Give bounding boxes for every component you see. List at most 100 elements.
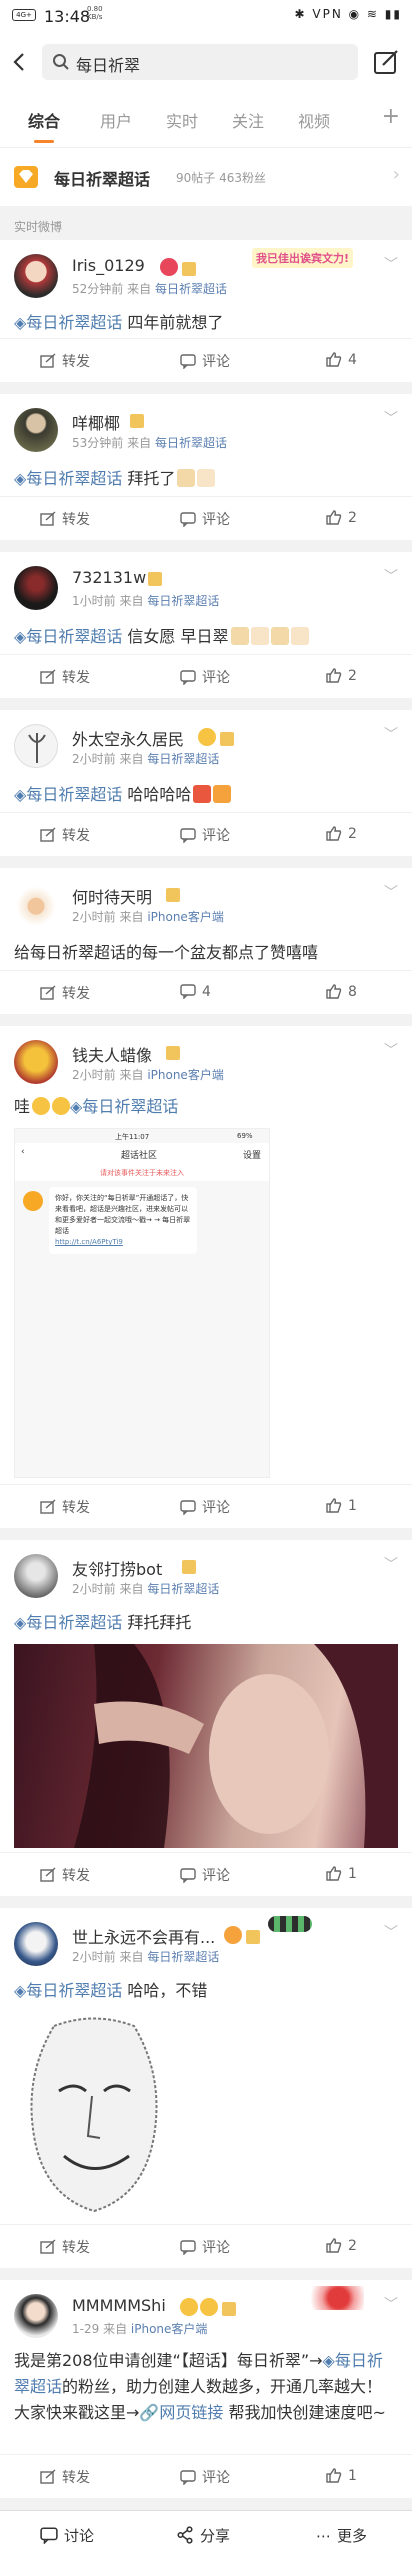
tab-video[interactable]: 视频 — [298, 108, 330, 132]
post-menu-chevron-icon[interactable]: ﹀ — [384, 724, 398, 744]
post-image-screenshot[interactable]: 上午11:07 69% ‹ 超话社区 设置 请对该事件关注于未来注入 你好，你关注的“… — [14, 1128, 270, 1478]
divider — [0, 1014, 412, 1026]
forward-button[interactable]: 转发 — [40, 983, 90, 1003]
forward-button[interactable]: 转发 — [40, 825, 90, 845]
forward-button[interactable]: 转发 — [40, 509, 90, 529]
thumbs-up-icon — [326, 510, 342, 525]
avatar[interactable] — [14, 1040, 58, 1084]
comment-button[interactable]: 评论 — [180, 825, 230, 845]
post-username[interactable]: MMMMMShi — [72, 2296, 166, 2315]
net-speed: 0.80 KB/s — [87, 5, 103, 21]
post-text: ◈每日祈翠超话 拜托拜托 — [14, 1613, 192, 1632]
add-tab-icon[interactable]: + — [382, 104, 400, 129]
topic-link[interactable]: ◈每日祈翠超话 — [14, 469, 122, 488]
active-tab-indicator — [34, 140, 54, 143]
post-menu-chevron-icon[interactable]: ﹀ — [384, 1554, 398, 1574]
post-menu-chevron-icon[interactable]: ﹀ — [384, 1922, 398, 1942]
divider — [0, 1528, 412, 1540]
search-input[interactable]: 每日祈翠 — [42, 44, 358, 80]
comment-button[interactable]: 评论 — [180, 1865, 230, 1885]
post-text: 我是第208位申请创建“【超话】每日祈翠”→◈每日祈翠超话的粉丝，助力创建人数越… — [14, 2351, 386, 2422]
post-menu-chevron-icon[interactable]: ﹀ — [384, 566, 398, 586]
post-menu-chevron-icon[interactable]: ﹀ — [384, 408, 398, 428]
compose-icon[interactable] — [372, 48, 400, 76]
more-button[interactable]: ⋯ 更多 — [316, 2525, 367, 2546]
comment-button[interactable]: 评论 — [180, 667, 230, 687]
forward-button[interactable]: 转发 — [40, 2467, 90, 2487]
like-button[interactable]: 1 — [326, 1497, 357, 1514]
tab-following[interactable]: 关注 — [232, 108, 264, 132]
like-button[interactable]: 8 — [326, 983, 357, 1000]
topic-link[interactable]: ◈每日祈翠超话 — [14, 1613, 122, 1632]
web-link[interactable]: 🔗网页链接 — [139, 2403, 223, 2422]
tab-comprehensive[interactable]: 综合 — [28, 108, 60, 132]
comment-button[interactable]: 评论 — [180, 2467, 230, 2487]
comment-icon — [180, 984, 196, 1000]
like-button[interactable]: 2 — [326, 2237, 357, 2254]
post-menu-chevron-icon[interactable]: ﹀ — [384, 254, 398, 274]
avatar[interactable] — [14, 724, 58, 768]
comment-button[interactable]: 评论 — [180, 1497, 230, 1517]
super-topic-row[interactable]: 每日祈翠超话 90帖子 463粉丝 › — [0, 148, 412, 206]
like-button[interactable]: 2 — [326, 825, 357, 842]
forward-button[interactable]: 转发 — [40, 351, 90, 371]
comment-button[interactable]: 评论 — [180, 351, 230, 371]
search-header: 每日祈翠 — [0, 34, 412, 90]
like-button[interactable]: 4 — [326, 351, 357, 368]
post-username[interactable]: 732131w — [72, 568, 146, 587]
embedded-message: 你好，你关注的“每日祈翠”开通超话了，快来看看吧，超话是兴趣社区，进来发帖可以和… — [49, 1187, 197, 1254]
post-username[interactable]: 何时待天明 — [72, 884, 152, 908]
forward-button[interactable]: 转发 — [40, 2237, 90, 2257]
discuss-button[interactable]: 讨论 — [40, 2525, 94, 2546]
share-button[interactable]: 分享 — [176, 2525, 230, 2546]
embedded-notice: 请对该事件关注于未来注入 — [15, 1165, 269, 1181]
like-button[interactable]: 2 — [326, 667, 357, 684]
avatar[interactable] — [14, 1922, 58, 1966]
post-text: 哇 ◈每日祈翠超话 — [14, 1097, 179, 1116]
post-username[interactable]: 友邻打捞bot — [72, 1556, 162, 1580]
divider — [0, 1896, 412, 1908]
post-menu-chevron-icon[interactable]: ﹀ — [384, 1040, 398, 1060]
embedded-nav: ‹ 超话社区 设置 — [15, 1143, 269, 1165]
avatar[interactable] — [14, 254, 58, 298]
post-image-photo[interactable] — [14, 1644, 398, 1848]
post-username[interactable]: 钱夫人蜡像 — [72, 1042, 152, 1066]
topic-link[interactable]: ◈每日祈翠超话 — [14, 627, 122, 646]
avatar[interactable] — [14, 882, 58, 926]
post-username[interactable]: Iris_0129 — [72, 256, 145, 275]
comment-button[interactable]: 4 — [180, 983, 211, 1000]
topic-link[interactable]: ◈每日祈翠超话 — [70, 1097, 178, 1116]
topic-link[interactable]: ◈每日祈翠超话 — [14, 1981, 122, 2000]
avatar[interactable] — [14, 2294, 58, 2338]
avatar[interactable] — [14, 408, 58, 452]
topic-link[interactable]: ◈每日祈翠超话 — [14, 313, 122, 332]
tab-realtime[interactable]: 实时 — [166, 108, 198, 132]
post-image-meme[interactable] — [14, 2016, 174, 2214]
post-meta: 1小时前 来自 每日祈翠超话 — [72, 594, 220, 608]
post-username[interactable]: 外太空永久居民 — [72, 726, 184, 750]
like-button[interactable]: 1 — [326, 2467, 357, 2484]
comment-button[interactable]: 评论 — [180, 2237, 230, 2257]
like-button[interactable]: 1 — [326, 1865, 357, 1882]
post-menu-chevron-icon[interactable]: ﹀ — [384, 882, 398, 902]
thumbs-up-icon — [326, 1866, 342, 1881]
forward-button[interactable]: 转发 — [40, 1497, 90, 1517]
post-actions: 转发 评论 1 — [0, 1484, 412, 1528]
thumbs-up-icon — [326, 352, 342, 367]
topic-link[interactable]: ◈每日祈翠超话 — [14, 785, 122, 804]
avatar[interactable] — [14, 566, 58, 610]
post-meta: 2小时前 来自 iPhone客户端 — [72, 910, 224, 924]
decorative-banner: 我已佳出诶宾文力! — [252, 248, 354, 268]
back-arrow-icon[interactable] — [10, 52, 30, 72]
forward-button[interactable]: 转发 — [40, 1865, 90, 1885]
forward-icon — [40, 827, 56, 842]
comment-button[interactable]: 评论 — [180, 509, 230, 529]
post-menu-chevron-icon[interactable]: ﹀ — [384, 2294, 398, 2314]
like-button[interactable]: 2 — [326, 509, 357, 526]
forward-button[interactable]: 转发 — [40, 667, 90, 687]
signal-indicator: 4G+ — [12, 9, 36, 21]
post-username[interactable]: 咩椰椰 — [72, 410, 120, 434]
post-username[interactable]: 世上永远不会再有... — [72, 1924, 215, 1948]
tab-users[interactable]: 用户 — [100, 108, 132, 132]
avatar[interactable] — [14, 1554, 58, 1598]
